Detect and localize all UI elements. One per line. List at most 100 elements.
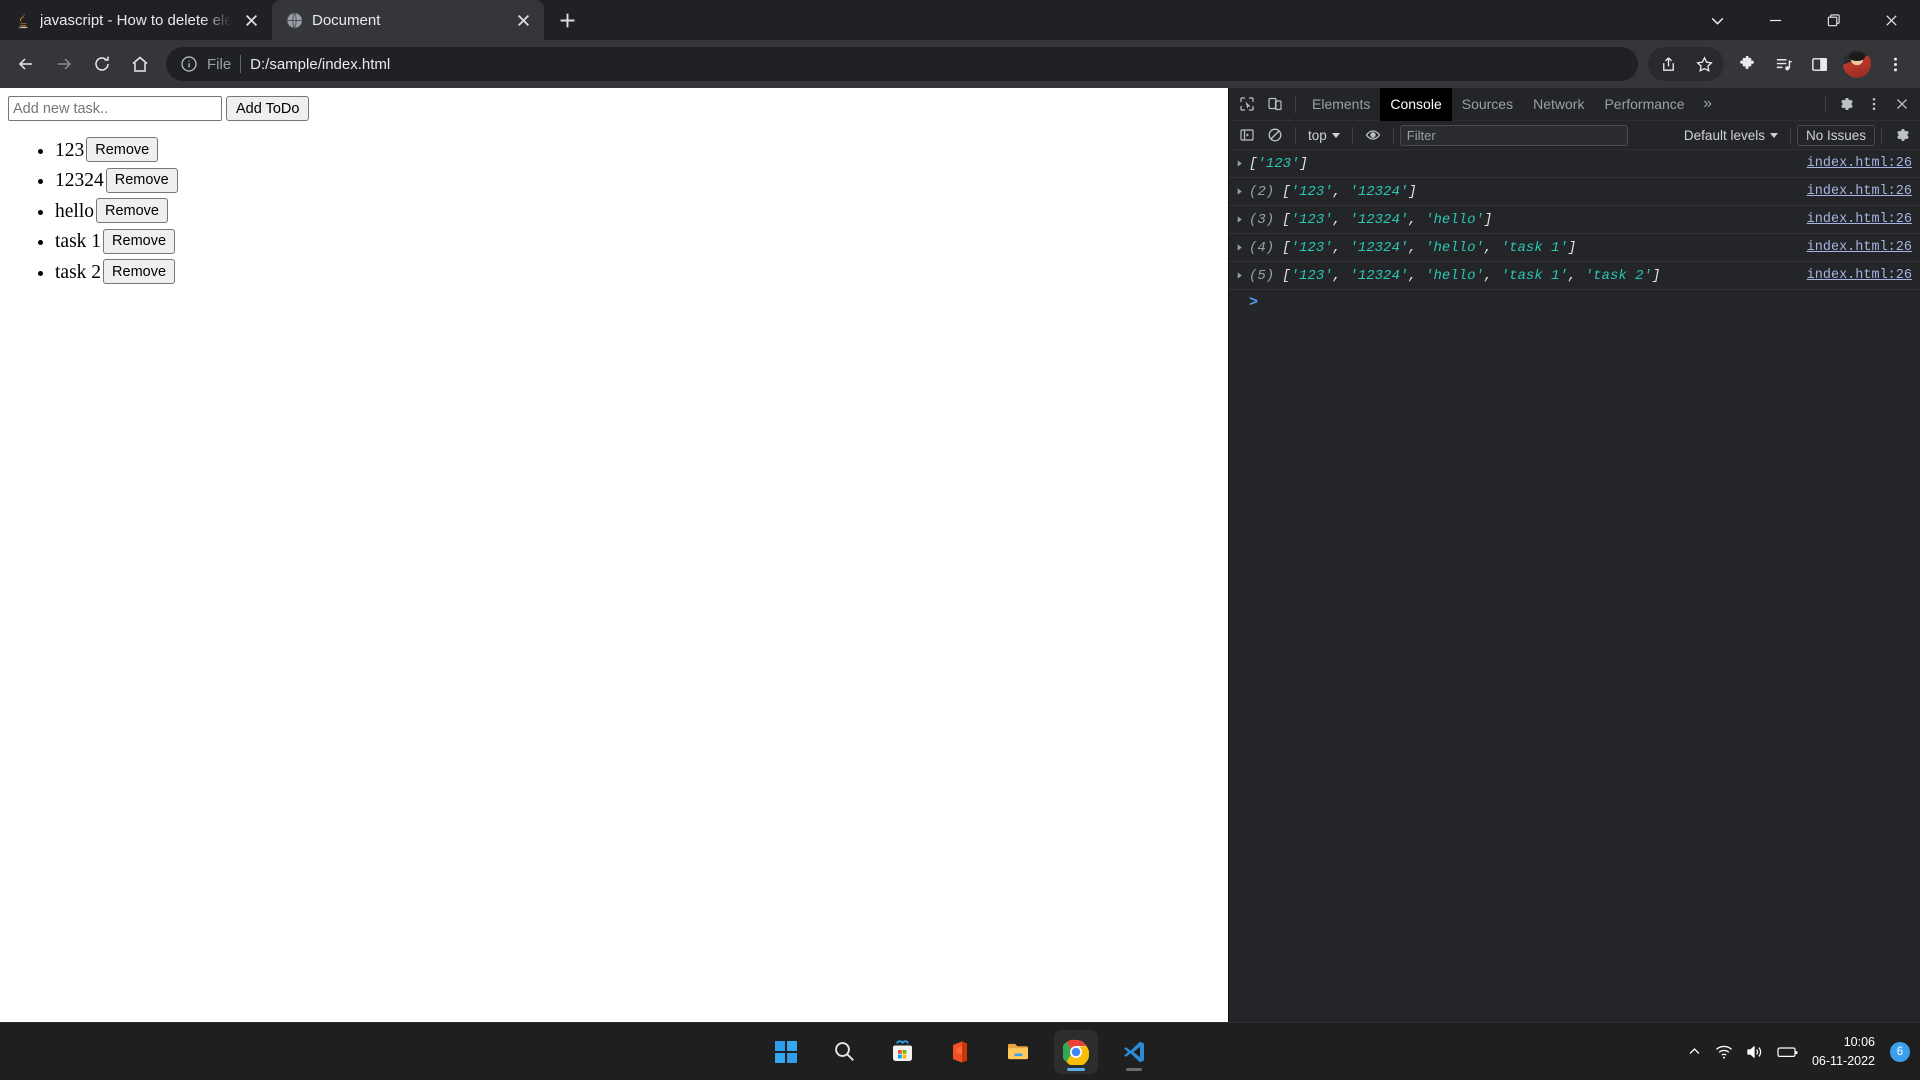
restore-icon[interactable] (1804, 0, 1862, 40)
disclosure-triangle-icon[interactable] (1229, 215, 1249, 224)
console-source-link[interactable]: index.html:26 (1793, 268, 1912, 283)
info-circle-icon[interactable] (180, 55, 198, 73)
bookmark-star-icon[interactable] (1687, 47, 1721, 81)
divider (1881, 126, 1882, 144)
url-scheme-label: File (207, 55, 232, 73)
live-expression-eye-icon[interactable] (1359, 122, 1387, 148)
tab-stackoverflow[interactable]: javascript - How to delete elemen (0, 0, 272, 40)
close-icon[interactable] (1888, 91, 1916, 117)
tab-strip: javascript - How to delete elemen Docume… (0, 0, 1920, 40)
tab-console[interactable]: Console (1380, 87, 1452, 121)
forward-arrow-icon (46, 46, 82, 82)
issues-button[interactable]: No Issues (1796, 124, 1875, 146)
remove-button[interactable]: Remove (96, 198, 168, 223)
close-icon[interactable] (240, 9, 262, 31)
battery-icon[interactable] (1777, 1045, 1799, 1059)
search-icon[interactable] (822, 1030, 866, 1074)
console-message-row[interactable]: (4) ['123', '12324', 'hello', 'task 1'] in… (1229, 234, 1920, 262)
share-icon[interactable] (1651, 47, 1685, 81)
console-sidebar-icon[interactable] (1233, 122, 1261, 148)
console-source-link[interactable]: index.html:26 (1793, 184, 1912, 199)
remove-button[interactable]: Remove (103, 259, 176, 284)
devtools-panel: Elements Console Sources Network Perform… (1228, 87, 1920, 1022)
settings-gear-icon[interactable] (1888, 122, 1916, 148)
console-message-row[interactable]: (3) ['123', '12324', 'hello'] index.html:2… (1229, 206, 1920, 234)
remove-button[interactable]: Remove (105, 167, 178, 193)
console-prompt[interactable]: > (1229, 290, 1920, 314)
globe-icon (286, 12, 303, 29)
clear-console-icon[interactable] (1261, 122, 1289, 148)
divider (1295, 95, 1296, 113)
tab-title: javascript - How to delete elemen (40, 11, 231, 29)
disclosure-triangle-icon[interactable] (1229, 243, 1249, 252)
log-levels-label: Default levels (1683, 127, 1765, 143)
address-bar[interactable]: File D:/sample/index.html (166, 47, 1638, 81)
wifi-icon[interactable] (1715, 1044, 1733, 1060)
extensions-puzzle-icon[interactable] (1730, 47, 1764, 81)
chevron-down-icon (1769, 132, 1778, 138)
inspect-element-icon[interactable] (1233, 91, 1261, 117)
remove-button[interactable]: Remove (103, 228, 176, 254)
tab-network[interactable]: Network (1523, 88, 1594, 121)
media-playlist-icon[interactable] (1766, 47, 1800, 81)
more-panels-icon[interactable]: » (1695, 91, 1721, 117)
console-message-row[interactable]: (2) ['123', '12324'] index.html:26 (1229, 178, 1920, 206)
list-item: 123Remove (55, 137, 1220, 162)
new-task-input[interactable] (8, 96, 222, 121)
tab-performance[interactable]: Performance (1594, 88, 1694, 121)
divider (1351, 126, 1353, 144)
window-controls (1688, 0, 1920, 40)
device-toolbar-icon[interactable] (1261, 91, 1289, 117)
add-todo-button[interactable]: Add ToDo (226, 96, 310, 121)
disclosure-triangle-icon[interactable] (1229, 187, 1249, 196)
tab-document[interactable]: Document (272, 0, 544, 40)
windows-taskbar: 10:06 06-11-2022 6 (0, 1022, 1920, 1080)
home-icon[interactable] (122, 46, 158, 82)
disclosure-triangle-icon[interactable] (1229, 271, 1249, 280)
console-message-text: (2) ['123', '12324'] (1249, 183, 1417, 200)
toolbar-actions (1648, 47, 1912, 81)
divider (1789, 126, 1791, 144)
back-arrow-icon[interactable] (8, 46, 44, 82)
tab-sources[interactable]: Sources (1452, 88, 1523, 121)
execution-context-select[interactable]: top (1302, 124, 1346, 146)
vscode-icon[interactable] (1112, 1030, 1156, 1074)
running-indicator (1126, 1067, 1142, 1071)
avatar[interactable] (1843, 50, 1871, 78)
todo-list: 123Remove 12324Remove helloRemove task 1… (8, 137, 1220, 284)
disclosure-triangle-icon[interactable] (1229, 159, 1249, 168)
file-explorer-icon[interactable] (996, 1030, 1040, 1074)
console-message-list[interactable]: ['123'] index.html:26 (2) ['123', '12324'] i… (1229, 150, 1920, 1022)
console-source-link[interactable]: index.html:26 (1793, 212, 1912, 227)
reload-icon[interactable] (84, 46, 120, 82)
tab-elements[interactable]: Elements (1302, 88, 1380, 121)
more-vertical-icon[interactable] (1860, 91, 1888, 117)
console-source-link[interactable]: index.html:26 (1793, 156, 1912, 171)
notification-badge[interactable]: 6 (1890, 1041, 1910, 1062)
close-icon[interactable] (1862, 0, 1920, 40)
side-panel-icon[interactable] (1802, 47, 1836, 81)
system-tray: 10:06 06-11-2022 6 (1687, 1033, 1910, 1069)
chevron-up-icon[interactable] (1687, 1044, 1702, 1059)
start-windows-icon[interactable] (764, 1030, 808, 1074)
minimize-icon[interactable] (1746, 0, 1804, 40)
console-message-row[interactable]: ['123'] index.html:26 (1229, 150, 1920, 178)
console-filter-input[interactable] (1399, 124, 1628, 146)
microsoft-store-icon[interactable] (880, 1030, 924, 1074)
prompt-arrow-icon: > (1249, 293, 1259, 311)
omnibox-actions-group (1648, 47, 1724, 81)
settings-gear-icon[interactable] (1832, 91, 1860, 117)
close-icon[interactable] (512, 9, 534, 31)
office-icon[interactable] (938, 1030, 982, 1074)
divider (240, 55, 242, 73)
chevron-down-icon[interactable] (1688, 0, 1746, 40)
remove-button[interactable]: Remove (86, 137, 159, 162)
volume-icon[interactable] (1746, 1044, 1764, 1060)
log-levels-select[interactable]: Default levels (1678, 128, 1784, 143)
taskbar-clock[interactable]: 10:06 06-11-2022 (1812, 1033, 1875, 1069)
console-message-row[interactable]: (5) ['123', '12324', 'hello', 'task 1', '… (1229, 262, 1920, 290)
console-source-link[interactable]: index.html:26 (1793, 240, 1912, 255)
more-vertical-icon[interactable] (1878, 47, 1912, 81)
new-tab-button[interactable] (550, 3, 584, 37)
google-chrome-icon[interactable] (1054, 1029, 1098, 1074)
